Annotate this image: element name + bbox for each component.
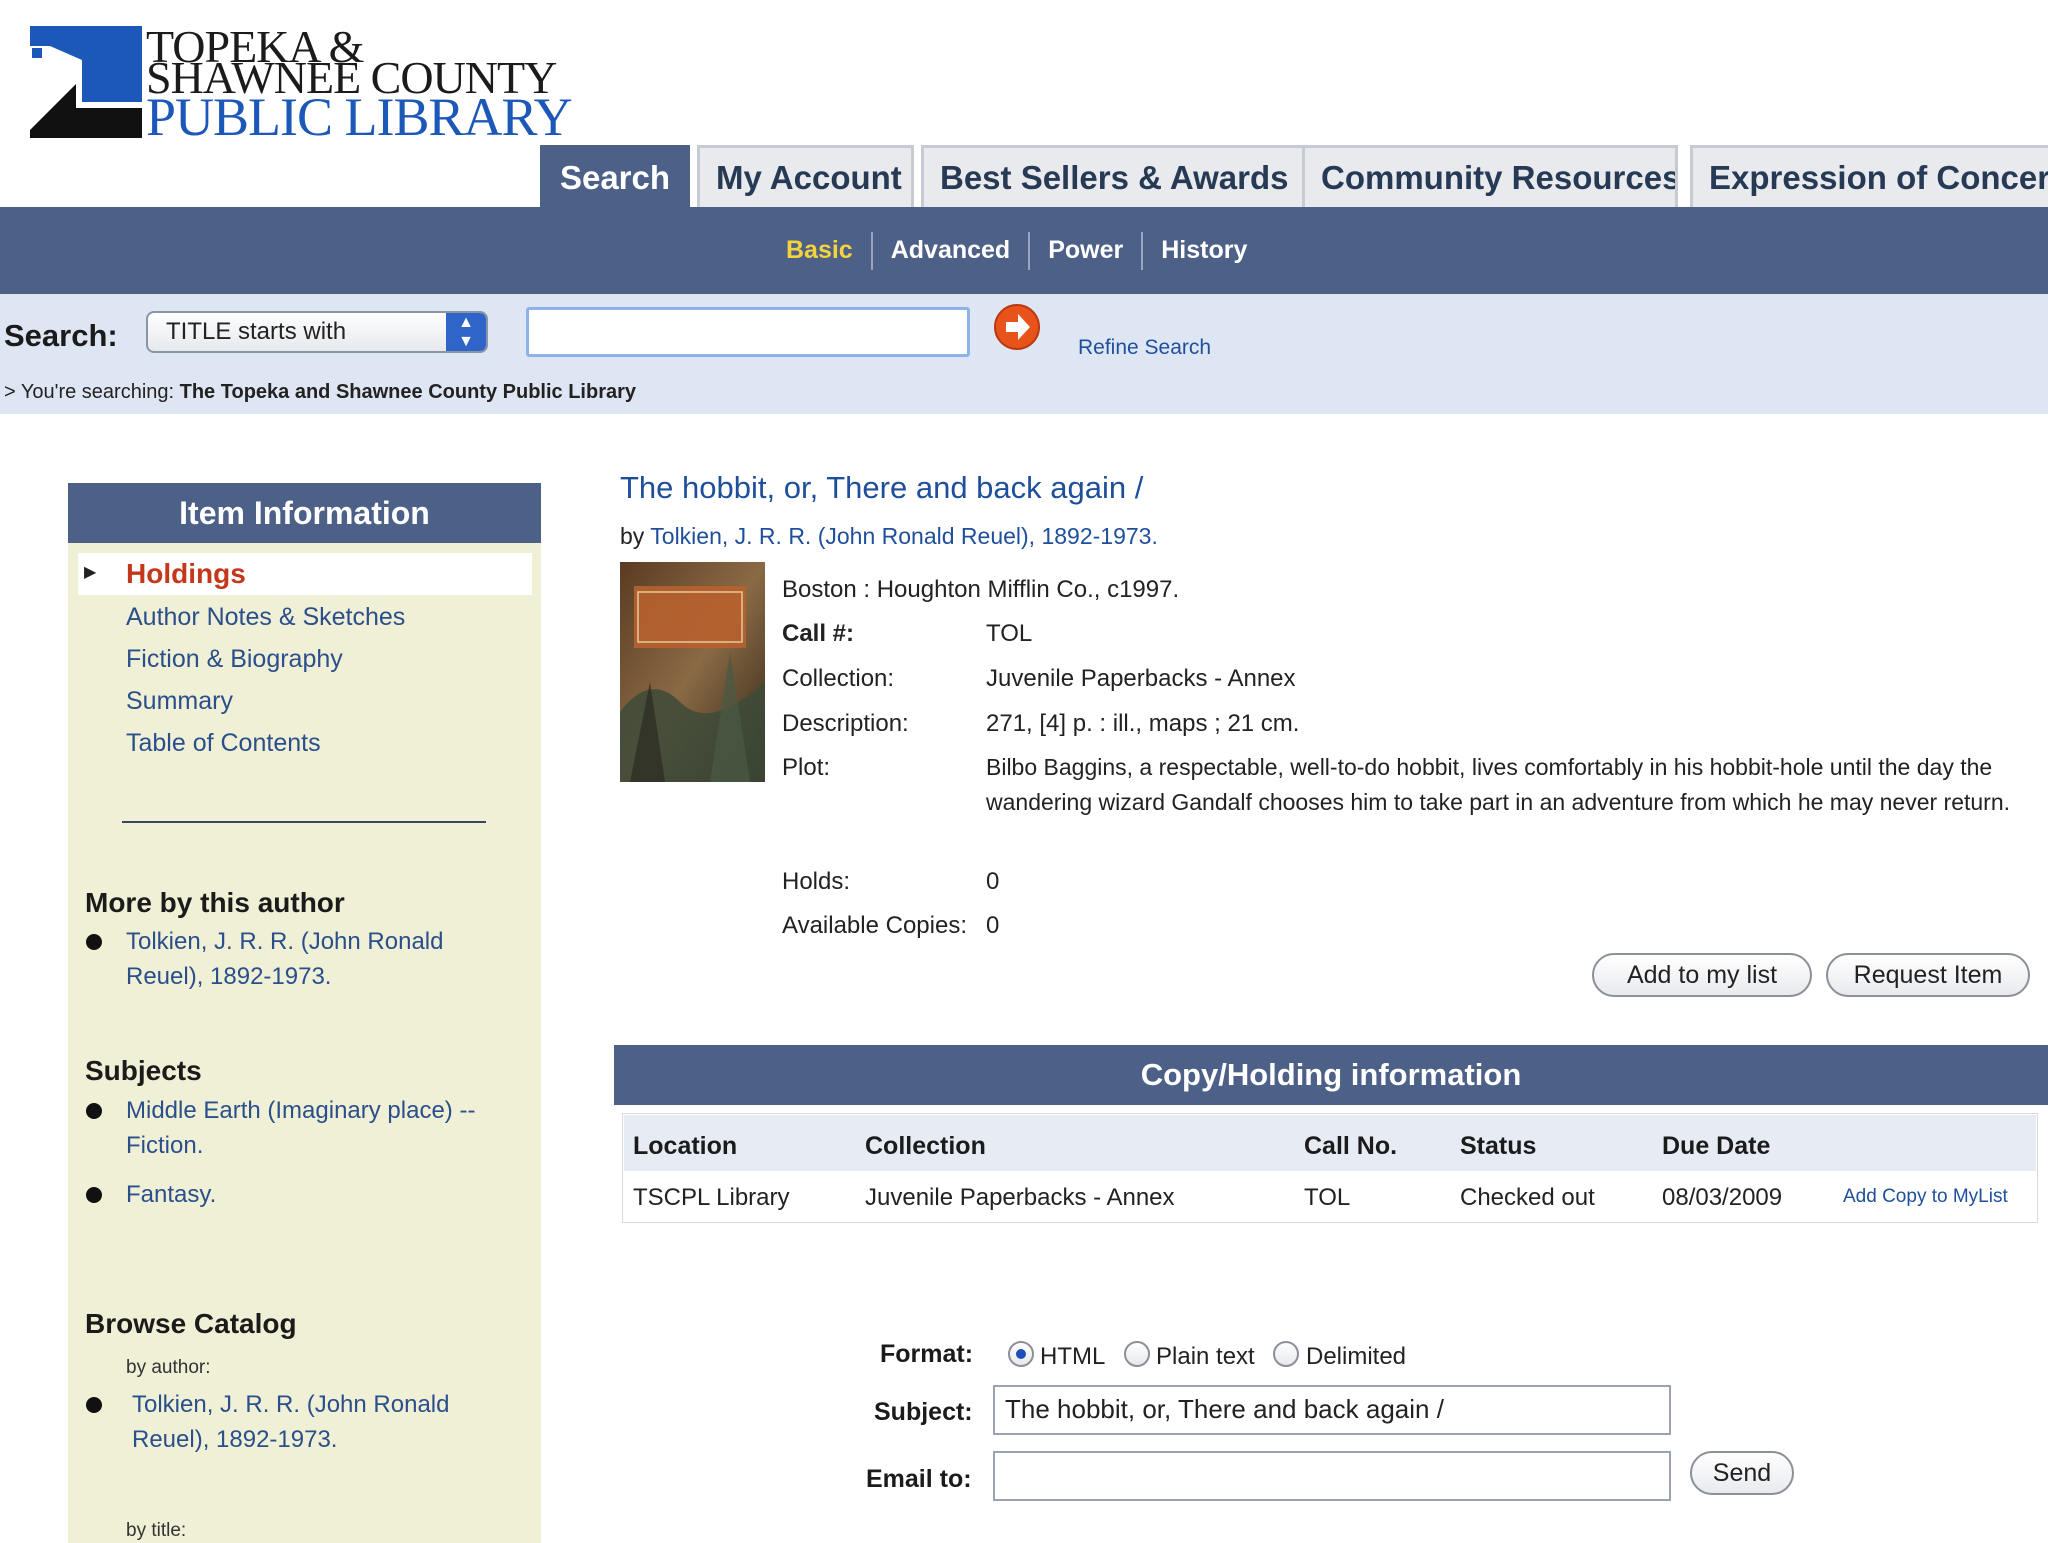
library-logo[interactable]: TOPEKA & SHAWNEE COUNTY PUBLIC LIBRARY [30, 24, 573, 146]
sidebar-header: Item Information [68, 483, 541, 543]
call-number-value: TOL [986, 620, 1033, 647]
sidebar-divider [122, 821, 486, 823]
sidebar-item-table-of-contents[interactable]: Table of Contents [126, 729, 321, 758]
subject-link-middle-earth[interactable]: Middle Earth (Imaginary place) -- Fictio… [126, 1093, 486, 1163]
subject-link-fantasy[interactable]: Fantasy. [126, 1177, 486, 1212]
bullet-icon [86, 1187, 102, 1203]
add-copy-to-mylist-link[interactable]: Add Copy to MyList [1843, 1186, 2008, 1208]
caret-right-icon: ▶ [84, 564, 97, 581]
cell-status: Checked out [1460, 1184, 1595, 1211]
subnav-history[interactable]: History [1161, 207, 1247, 294]
plot-value: Bilbo Baggins, a respectable, well-to-do… [986, 754, 2011, 815]
email-to-label: Email to: [866, 1465, 972, 1493]
sidebar-item-holdings[interactable]: Holdings [126, 558, 246, 590]
col-status: Status [1460, 1132, 1537, 1160]
subnav-advanced[interactable]: Advanced [891, 207, 1010, 294]
available-copies-value: 0 [986, 912, 1000, 939]
format-plain-text-radio[interactable] [1124, 1341, 1150, 1367]
logo-line-3: PUBLIC LIBRARY [146, 87, 573, 147]
library-logo-mark-icon [30, 26, 142, 138]
searching-scope: > You're searching: The Topeka and Shawn… [4, 381, 636, 404]
format-plain-text-label[interactable]: Plain text [1156, 1343, 1255, 1371]
format-delimited-radio[interactable] [1273, 1341, 1299, 1367]
arrow-right-circle-icon[interactable] [992, 302, 1042, 352]
browse-author-link[interactable]: Tolkien, J. R. R. (John Ronald Reuel), 1… [132, 1387, 492, 1457]
browse-by-title-label: by title: [126, 1520, 187, 1541]
search-type-select[interactable]: TITLE starts with ▲ ▼ [146, 311, 488, 353]
subnav-divider [870, 232, 873, 271]
item-by-prefix: by [620, 523, 645, 549]
format-label: Format: [880, 1340, 974, 1368]
subjects-heading: Subjects [85, 1055, 202, 1086]
sidebar-item-fiction-biography[interactable]: Fiction & Biography [126, 645, 343, 674]
cell-collection: Juvenile Paperbacks - Annex [865, 1184, 1175, 1211]
format-html-label[interactable]: HTML [1040, 1343, 1105, 1371]
tab-search[interactable]: Search [540, 145, 690, 207]
tab-my-account[interactable]: My Account [697, 145, 914, 207]
bullet-icon [86, 934, 102, 950]
sidebar-item-summary[interactable]: Summary [126, 687, 233, 716]
bullet-icon [86, 1397, 102, 1413]
subject-input[interactable]: The hobbit, or, There and back again / [993, 1385, 1671, 1435]
updown-arrows-icon: ▲ ▼ [446, 313, 486, 351]
item-author-line: by Tolkien, J. R. R. (John Ronald Reuel)… [620, 523, 1158, 550]
call-number-label: Call #: [782, 620, 855, 647]
collection-label: Collection: [782, 665, 895, 692]
search-label: Search: [4, 318, 118, 353]
subnav-power[interactable]: Power [1048, 207, 1123, 294]
email-to-input[interactable] [993, 1451, 1671, 1501]
publisher-text: Boston : Houghton Mifflin Co., c1997. [782, 576, 1180, 603]
search-subnav: Basic Advanced Power History [0, 207, 2048, 294]
tab-community-resources[interactable]: Community Resources [1302, 145, 1678, 207]
request-item-button[interactable]: Request Item [1826, 953, 2030, 997]
item-author-link[interactable]: Tolkien, J. R. R. (John Ronald Reuel), 1… [650, 523, 1158, 549]
subnav-basic[interactable]: Basic [786, 207, 853, 294]
subnav-divider [1141, 232, 1144, 271]
sidebar-item-author-notes[interactable]: Author Notes & Sketches [126, 603, 405, 632]
format-html-radio[interactable] [1008, 1341, 1034, 1367]
browse-by-author-label: by author: [126, 1357, 211, 1378]
description-label: Description: [782, 710, 909, 737]
main-tabs: Search My Account Best Sellers & Awards … [540, 145, 2048, 207]
item-title[interactable]: The hobbit, or, There and back again / [620, 470, 1143, 506]
description-value: 271, [4] p. : ill., maps ; 21 cm. [986, 710, 1300, 737]
holds-value: 0 [986, 868, 1000, 895]
searching-library: The Topeka and Shawnee County Public Lib… [179, 381, 637, 403]
col-collection: Collection [865, 1132, 986, 1160]
cell-call-no: TOL [1304, 1184, 1351, 1211]
browse-catalog-heading: Browse Catalog [85, 1308, 297, 1339]
copy-holding-header: Copy/Holding information [614, 1045, 2048, 1105]
col-due-date: Due Date [1662, 1132, 1771, 1160]
cell-due-date: 08/03/2009 [1662, 1184, 1783, 1211]
tab-best-sellers-awards[interactable]: Best Sellers & Awards [921, 145, 1307, 207]
search-type-value: TITLE starts with [166, 318, 347, 345]
col-call-no: Call No. [1304, 1132, 1398, 1160]
plot-label: Plot: [782, 754, 831, 781]
col-location: Location [633, 1132, 738, 1160]
more-by-author-link[interactable]: Tolkien, J. R. R. (John Ronald Reuel), 1… [126, 924, 486, 994]
collection-value: Juvenile Paperbacks - Annex [986, 665, 1296, 692]
send-button[interactable]: Send [1690, 1451, 1794, 1495]
search-input[interactable] [526, 307, 970, 357]
searching-prefix: > You're searching: [4, 381, 175, 403]
subject-label: Subject: [874, 1398, 973, 1426]
holds-label: Holds: [782, 868, 851, 895]
add-to-my-list-button[interactable]: Add to my list [1592, 953, 1812, 997]
subnav-divider [1028, 232, 1031, 271]
bullet-icon [86, 1103, 102, 1119]
item-info-sidebar [68, 483, 541, 1543]
more-by-author-heading: More by this author [85, 887, 345, 918]
book-cover-image [620, 562, 765, 782]
available-copies-label: Available Copies: [782, 912, 968, 939]
tab-expression-of-concern[interactable]: Expression of Concern [1690, 145, 2048, 207]
cell-location: TSCPL Library [633, 1184, 790, 1211]
refine-search-link[interactable]: Refine Search [1078, 336, 1211, 360]
format-delimited-label[interactable]: Delimited [1306, 1343, 1406, 1371]
